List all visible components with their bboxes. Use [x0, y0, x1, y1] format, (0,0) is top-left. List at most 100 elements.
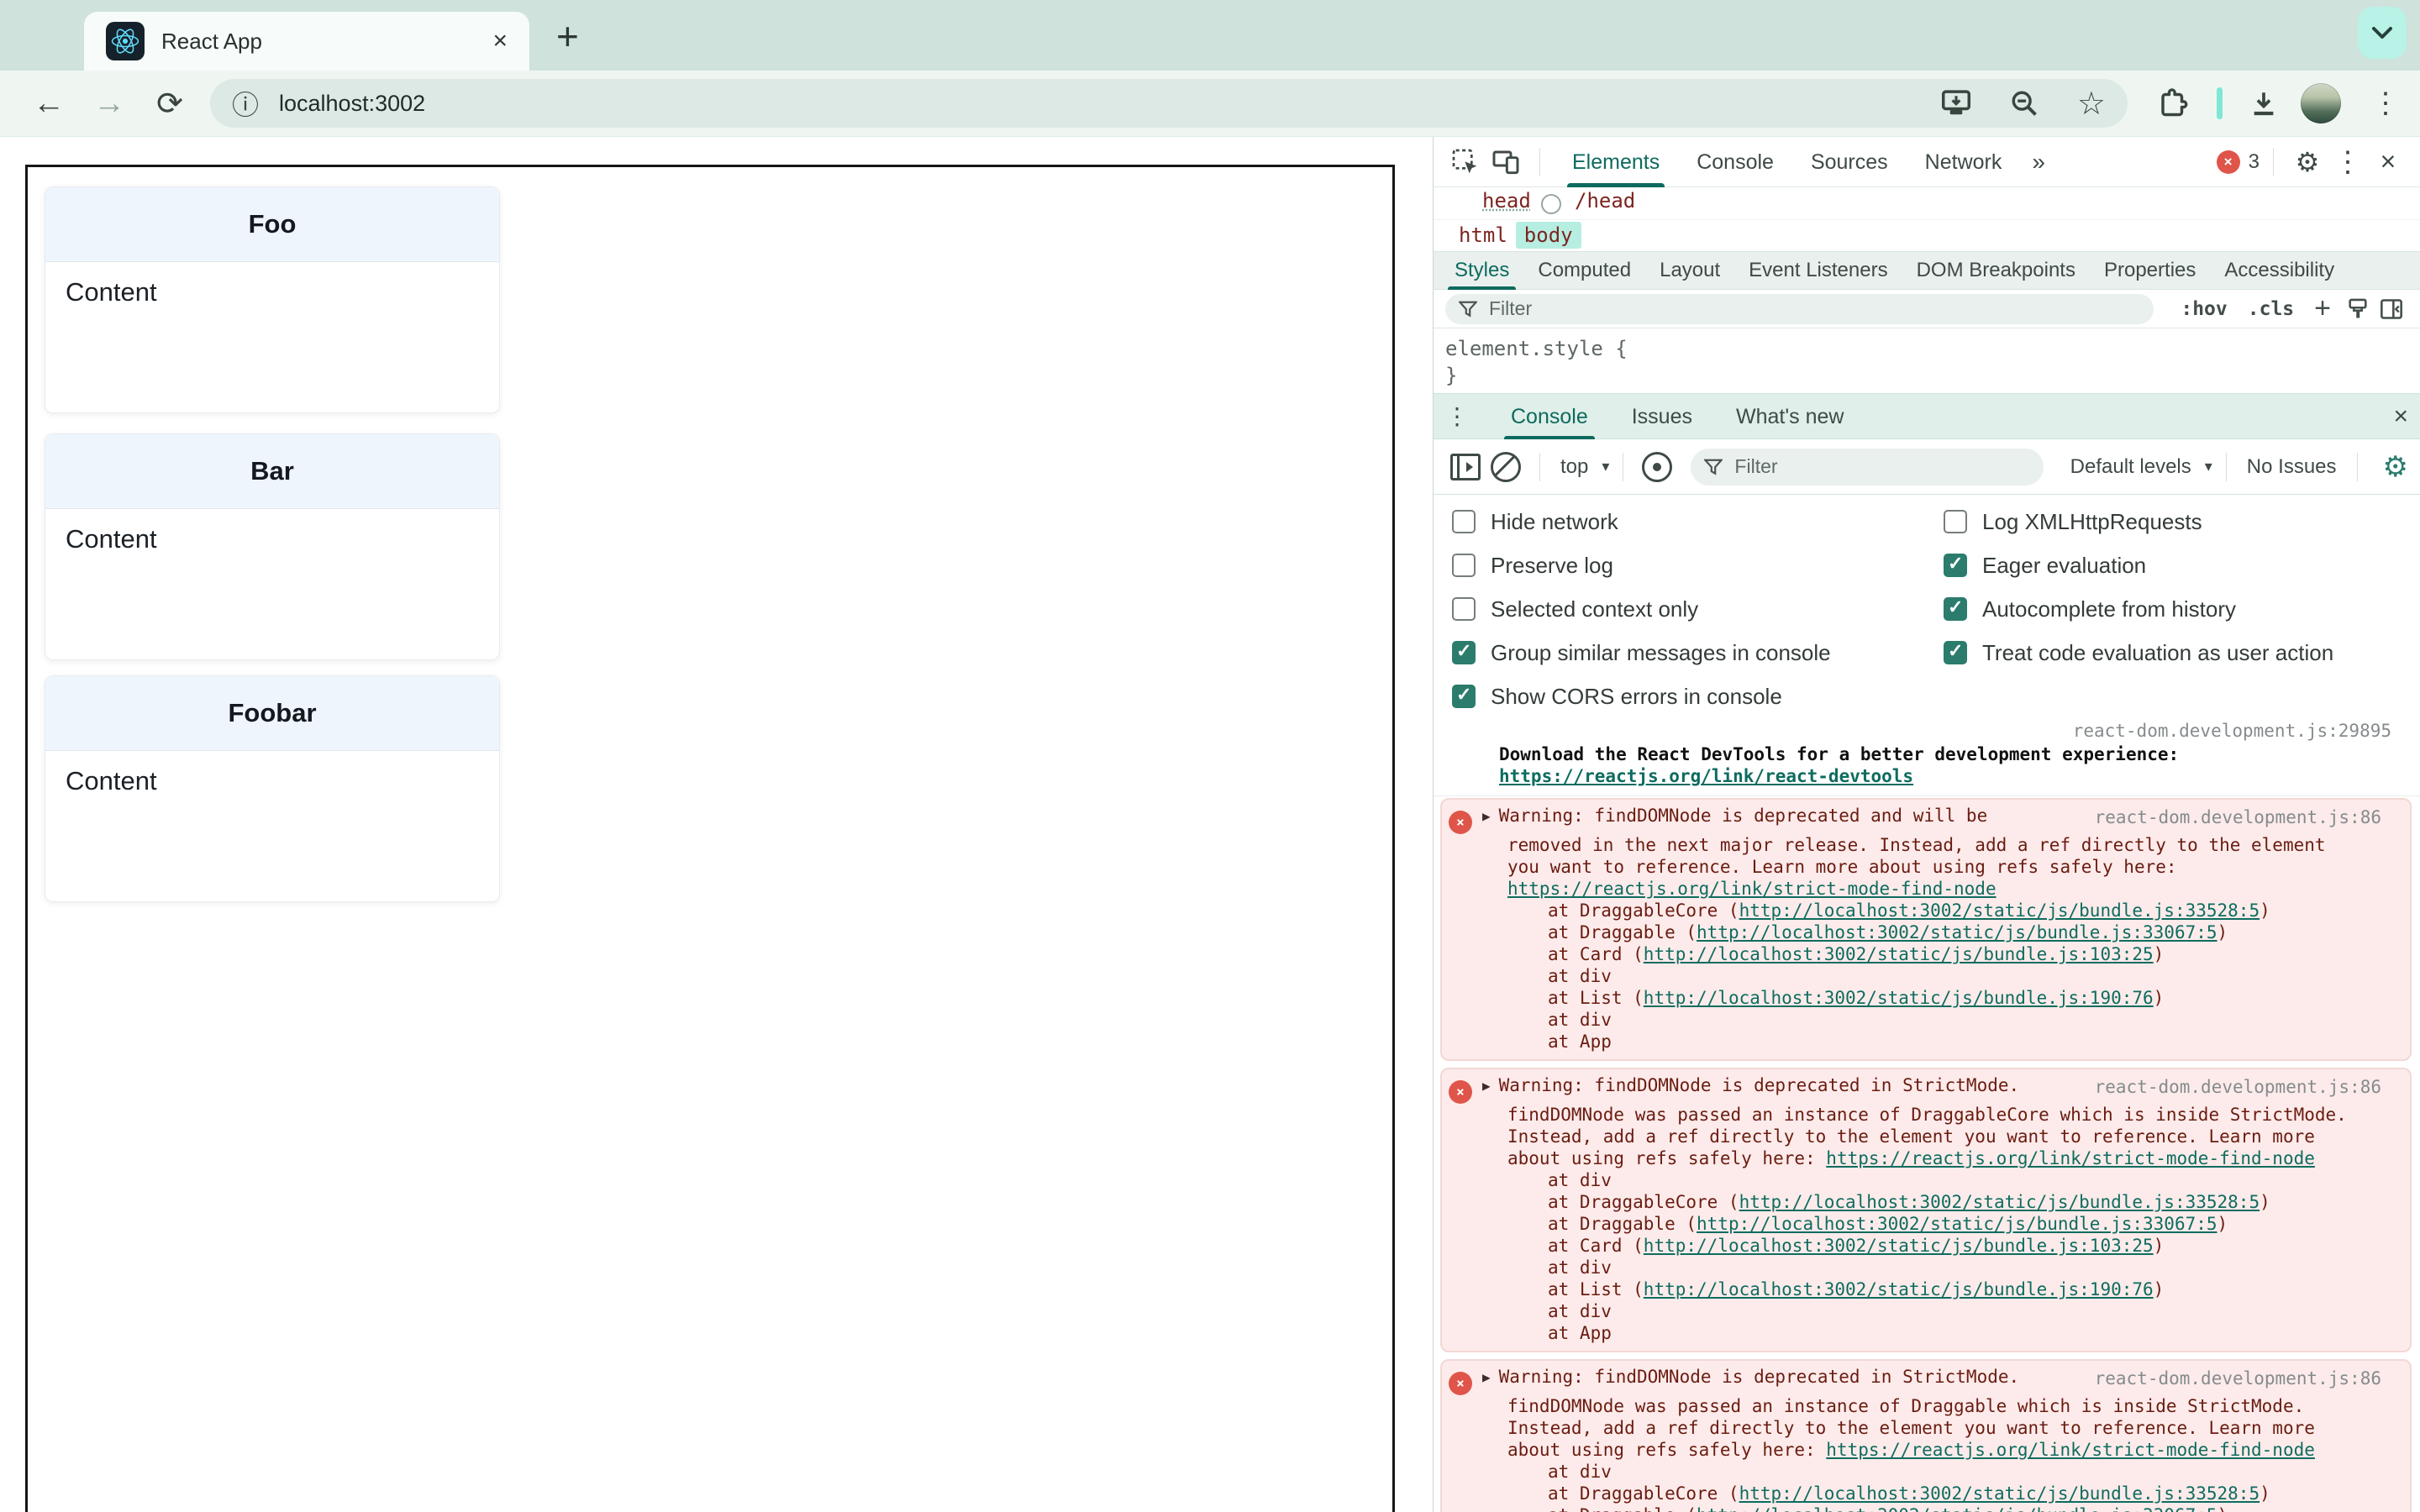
card-title[interactable]: Foo: [45, 187, 499, 262]
checkbox-autocomplete-history[interactable]: Autocomplete from history: [1944, 592, 2236, 626]
checkbox[interactable]: [1452, 510, 1476, 533]
tab-computed[interactable]: Computed: [1538, 251, 1631, 290]
tab-properties[interactable]: Properties: [2104, 251, 2196, 290]
new-tab-button[interactable]: +: [556, 13, 579, 59]
console-settings-gear-icon[interactable]: ⚙: [2383, 450, 2408, 484]
stack-link[interactable]: http://localhost:3002/static/js/bundle.j…: [1644, 1236, 2154, 1256]
expand-triangle-icon[interactable]: ▶: [1482, 808, 1491, 824]
console-link[interactable]: https://reactjs.org/link/react-devtools: [1499, 766, 1913, 786]
checkbox-treat-eval-user-action[interactable]: Treat code evaluation as user action: [1944, 636, 2333, 669]
drawer-tab-console[interactable]: Console: [1504, 394, 1595, 439]
stack-link[interactable]: http://localhost:3002/static/js/bundle.j…: [1739, 1192, 2260, 1212]
browser-tab[interactable]: React App ×: [84, 12, 529, 71]
sidebar-pane-icon[interactable]: [2375, 289, 2408, 329]
stack-link[interactable]: http://localhost:3002/static/js/bundle.j…: [1697, 1214, 2217, 1234]
tab-styles[interactable]: Styles: [1447, 251, 1517, 290]
browser-menu-icon[interactable]: ⋮: [2363, 71, 2408, 136]
checkbox-group-similar[interactable]: Group similar messages in console: [1452, 636, 1831, 669]
reload-button[interactable]: ⟳: [145, 71, 195, 136]
styles-filter[interactable]: [1445, 293, 2154, 324]
card-foo[interactable]: Foo Content: [45, 186, 500, 413]
console-sidebar-icon[interactable]: [1445, 447, 1486, 487]
checkbox[interactable]: [1944, 510, 1967, 533]
card-title[interactable]: Bar: [45, 434, 499, 509]
checkbox[interactable]: [1452, 554, 1476, 577]
expand-triangle-icon[interactable]: ▶: [1482, 1369, 1491, 1385]
checkbox-show-cors[interactable]: Show CORS errors in console: [1452, 680, 1782, 713]
zoom-icon[interactable]: [2010, 89, 2039, 118]
breadcrumb-html[interactable]: html: [1450, 222, 1516, 249]
devtools-settings-gear-icon[interactable]: ⚙: [2287, 142, 2328, 182]
drawer-tab-issues[interactable]: Issues: [1632, 394, 1692, 439]
checkbox-eager-eval[interactable]: Eager evaluation: [1944, 549, 2146, 582]
stack-link[interactable]: http://localhost:3002/static/js/bundle.j…: [1644, 1279, 2154, 1299]
console-filter[interactable]: [1691, 448, 2044, 486]
checkbox[interactable]: [1944, 640, 1967, 664]
default-levels-dropdown[interactable]: Default levels: [2070, 455, 2191, 479]
stack-link[interactable]: http://localhost:3002/static/js/bundle.j…: [1697, 922, 2217, 942]
tab-console[interactable]: Console: [1697, 137, 1774, 187]
style-brush-icon[interactable]: [2341, 289, 2375, 329]
checkbox-hide-network[interactable]: Hide network: [1452, 505, 1618, 538]
tab-event-listeners[interactable]: Event Listeners: [1749, 251, 1887, 290]
back-button[interactable]: ←: [24, 71, 74, 136]
devtools-menu-icon[interactable]: ⋮: [2328, 142, 2368, 182]
bookmark-star-icon[interactable]: ☆: [2077, 85, 2106, 123]
stack-link[interactable]: http://localhost:3002/static/js/bundle.j…: [1697, 1505, 2217, 1512]
tab-sources[interactable]: Sources: [1811, 137, 1888, 187]
checkbox[interactable]: [1452, 597, 1476, 621]
drawer-menu-icon[interactable]: ⋮: [1445, 402, 1469, 430]
checkbox-preserve-log[interactable]: Preserve log: [1452, 549, 1613, 582]
tab-close-icon[interactable]: ×: [492, 27, 508, 55]
extensions-icon[interactable]: [2148, 71, 2198, 136]
downloads-icon[interactable]: [2238, 71, 2289, 136]
checkbox[interactable]: [1944, 553, 1967, 577]
context-selector[interactable]: top: [1560, 455, 1588, 479]
tab-dom-breakpoints[interactable]: DOM Breakpoints: [1917, 251, 2075, 290]
forward-button[interactable]: →: [84, 71, 134, 136]
collapsed-content-icon[interactable]: [1541, 194, 1561, 214]
error-badge-icon[interactable]: ×: [2216, 150, 2240, 174]
drawer-tab-whats-new[interactable]: What's new: [1736, 394, 1844, 439]
stack-link[interactable]: http://localhost:3002/static/js/bundle.j…: [1739, 1483, 2260, 1504]
address-bar[interactable]: ⓘ localhost:3002 ☆: [210, 79, 2128, 128]
message-source-link[interactable]: react-dom.development.js:29895: [2073, 720, 2391, 742]
tab-network[interactable]: Network: [1925, 137, 2002, 187]
checkbox[interactable]: [1944, 596, 1967, 621]
more-tabs-icon[interactable]: »: [2032, 149, 2045, 176]
checkbox[interactable]: [1452, 684, 1476, 708]
checkbox[interactable]: [1452, 640, 1476, 664]
element-style-block[interactable]: element.style { }: [1434, 328, 2420, 394]
stack-link[interactable]: http://localhost:3002/static/js/bundle.j…: [1644, 944, 2154, 964]
console-messages[interactable]: react-dom.development.js:29895 Download t…: [1434, 713, 2420, 1512]
expand-triangle-icon[interactable]: ▶: [1482, 1078, 1491, 1094]
install-app-icon[interactable]: [1941, 90, 1971, 117]
console-link[interactable]: https://reactjs.org/link/strict-mode-fin…: [1507, 879, 1996, 899]
error-count[interactable]: 3: [2249, 150, 2260, 174]
toggle-hov-button[interactable]: :hov: [2181, 298, 2227, 320]
devtools-close-icon[interactable]: ×: [2368, 142, 2408, 182]
no-issues-label[interactable]: No Issues: [2247, 455, 2337, 479]
url-text[interactable]: localhost:3002: [279, 91, 1902, 117]
new-style-rule-button[interactable]: +: [2314, 292, 2331, 325]
tab-search-button[interactable]: [2358, 7, 2407, 59]
inspect-element-icon[interactable]: [1445, 142, 1486, 182]
card-bar[interactable]: Bar Content: [45, 433, 500, 660]
tab-accessibility[interactable]: Accessibility: [2224, 251, 2334, 290]
drawer-close-icon[interactable]: ×: [2393, 402, 2408, 431]
styles-filter-input[interactable]: [1487, 297, 1968, 321]
breadcrumb-body[interactable]: body: [1515, 222, 1581, 249]
device-toolbar-icon[interactable]: [1486, 142, 1526, 182]
live-expression-icon[interactable]: [1637, 447, 1677, 487]
checkbox-selected-context[interactable]: Selected context only: [1452, 592, 1698, 626]
stack-link[interactable]: http://localhost:3002/static/js/bundle.j…: [1644, 988, 2154, 1008]
console-link[interactable]: https://reactjs.org/link/strict-mode-fin…: [1826, 1440, 2315, 1460]
checkbox-log-xhr[interactable]: Log XMLHttpRequests: [1944, 505, 2202, 538]
card-title[interactable]: Foobar: [45, 676, 499, 751]
toggle-cls-button[interactable]: .cls: [2248, 298, 2294, 320]
stack-link[interactable]: http://localhost:3002/static/js/bundle.j…: [1739, 900, 2260, 921]
tab-layout[interactable]: Layout: [1660, 251, 1720, 290]
elements-tree-clipped-row[interactable]: head /head: [1434, 187, 2420, 220]
site-info-icon[interactable]: ⓘ: [232, 84, 259, 123]
console-link[interactable]: https://reactjs.org/link/strict-mode-fin…: [1826, 1148, 2315, 1168]
